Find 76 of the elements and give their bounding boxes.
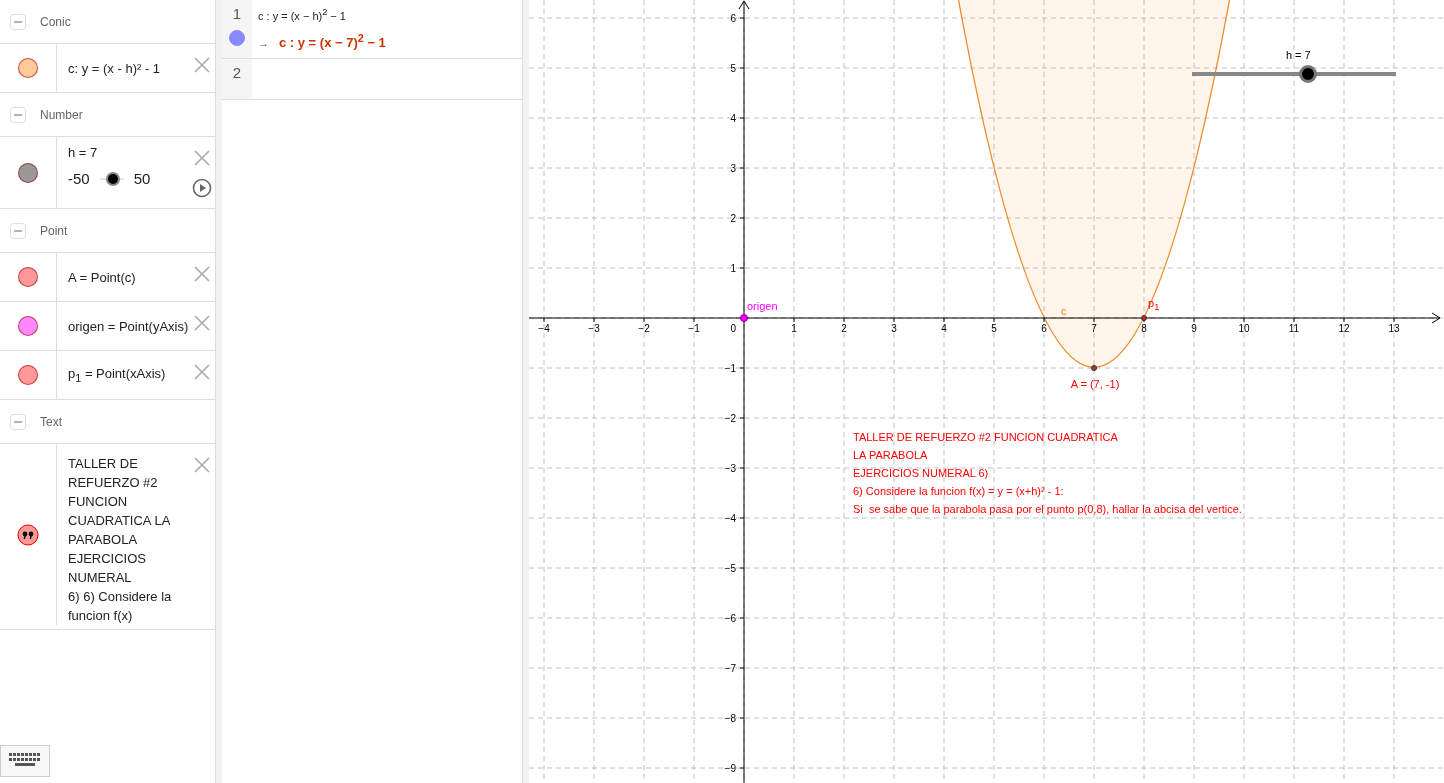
axis-tick-label: 2 [841, 323, 847, 334]
axis-tick-label: 7 [1091, 323, 1097, 334]
visibility-dot[interactable] [18, 267, 38, 287]
visibility-dot[interactable] [18, 162, 38, 183]
axis-tick-label: −1 [724, 363, 736, 374]
axis-tick-label: −2 [638, 323, 650, 334]
result-arrow: → [258, 37, 269, 49]
axis-tick-label: −5 [724, 563, 736, 574]
group-title: Point [40, 223, 68, 238]
axis-tick-label: −7 [724, 663, 736, 674]
visibility-dot[interactable] [18, 365, 38, 385]
text-caption[interactable]: 6) 6) Considere la funcion f(x) [68, 587, 208, 625]
axis-tick-label: 5 [991, 323, 997, 334]
axis-tick-label: 3 [891, 323, 897, 334]
axis-tick-label: −8 [724, 713, 736, 724]
axis-tick-label: 11 [1288, 323, 1300, 334]
axis-tick-label: −3 [724, 463, 736, 474]
formula-text[interactable]: p$_{1}$ = Point(xAxis) [68, 366, 191, 384]
text-object[interactable]: TALLER DE REFUERZO #2 FUNCION CUADRATICA LA PARABOLA EJERCICIOS NUMERAL [68, 454, 200, 587]
group-title: Number [40, 107, 83, 122]
axis-tick-label: −4 [724, 513, 736, 524]
visibility-toggle[interactable] [229, 30, 245, 46]
row-number: 2 [232, 64, 242, 81]
cas-output: c : y = (x − 7)$^{2}$ − 1 [279, 31, 386, 50]
point-label: p$_{1}$ [1148, 297, 1160, 315]
slider-thumb[interactable] [106, 171, 121, 186]
cas-input[interactable]: c : y = (x − h)$^{2}$ − 1 [258, 7, 386, 22]
keyboard-button[interactable] [0, 745, 50, 777]
axis-tick-label: −6 [724, 613, 736, 624]
axis-tick-label: 4 [730, 113, 736, 124]
axis-tick-label: 1 [730, 263, 736, 274]
axis-tick-label: 1 [791, 323, 797, 334]
axis-tick-label: 4 [941, 323, 947, 334]
axis-tick-label: 2 [730, 213, 736, 224]
play-icon[interactable] [192, 178, 212, 198]
formula-text[interactable]: A = Point(c) [68, 269, 191, 285]
axis-tick-label: 12 [1338, 323, 1350, 334]
axis-tick-label: 8 [1141, 323, 1147, 334]
text-line: TALLER DE REFUERZO #2 FUNCION CUADRATICA [853, 431, 1118, 443]
text-line: EJERCICIOS NUMERAL 6) [853, 467, 989, 479]
group-title: Text [40, 414, 62, 429]
axis-tick-label: 13 [1388, 323, 1400, 334]
text-line: Si se sabe que la parabola pasa por el punto p(0,8), hallar la abcisa del vertice. [853, 503, 1242, 515]
axis-tick-label: −3 [588, 323, 600, 334]
origin-point[interactable] [740, 314, 748, 322]
point-label: c [1061, 305, 1067, 318]
point-label: origen [747, 300, 778, 313]
slider-track[interactable] [1192, 65, 1396, 83]
group-title: Conic [40, 14, 71, 29]
slider-thumb[interactable] [1299, 65, 1318, 83]
row-number: 1 [232, 5, 242, 22]
axis-tick-label: −9 [724, 763, 736, 774]
text-line: LA PARABOLA [853, 449, 928, 461]
quote-icon[interactable] [17, 523, 39, 546]
formula-text[interactable]: origen = Point(yAxis) [68, 318, 191, 334]
visibility-dot[interactable] [18, 316, 38, 336]
axis-tick-label: −2 [724, 413, 736, 424]
axis-tick-label: 0 [730, 323, 736, 334]
axis-tick-label: 6 [730, 13, 736, 24]
slider-max: 50 [133, 170, 151, 187]
axis-tick-label: 5 [730, 63, 736, 74]
text-line: 6) Considere la funcion f(x) = y = (x+h)² - 1: [853, 485, 1064, 497]
axis-tick-label: 10 [1238, 323, 1250, 334]
vertex-point[interactable] [1091, 365, 1097, 371]
axis-tick-label: 6 [1041, 323, 1047, 334]
slider-min: -50 [68, 170, 90, 187]
intersection-point[interactable] [1141, 315, 1147, 321]
visibility-dot[interactable] [18, 58, 38, 78]
axis-tick-label: 9 [1191, 323, 1197, 334]
formula-text[interactable]: h = 7 [68, 145, 191, 160]
formula-text[interactable]: c: y = (x - h)² - 1 [68, 60, 191, 76]
slider-label: h = 7 [1285, 49, 1311, 61]
axis-tick-label: −1 [688, 323, 700, 334]
axis-tick-label: −4 [538, 323, 550, 334]
axis-tick-label: 3 [730, 163, 736, 174]
point-label: A = (7, -1) [1070, 378, 1120, 391]
